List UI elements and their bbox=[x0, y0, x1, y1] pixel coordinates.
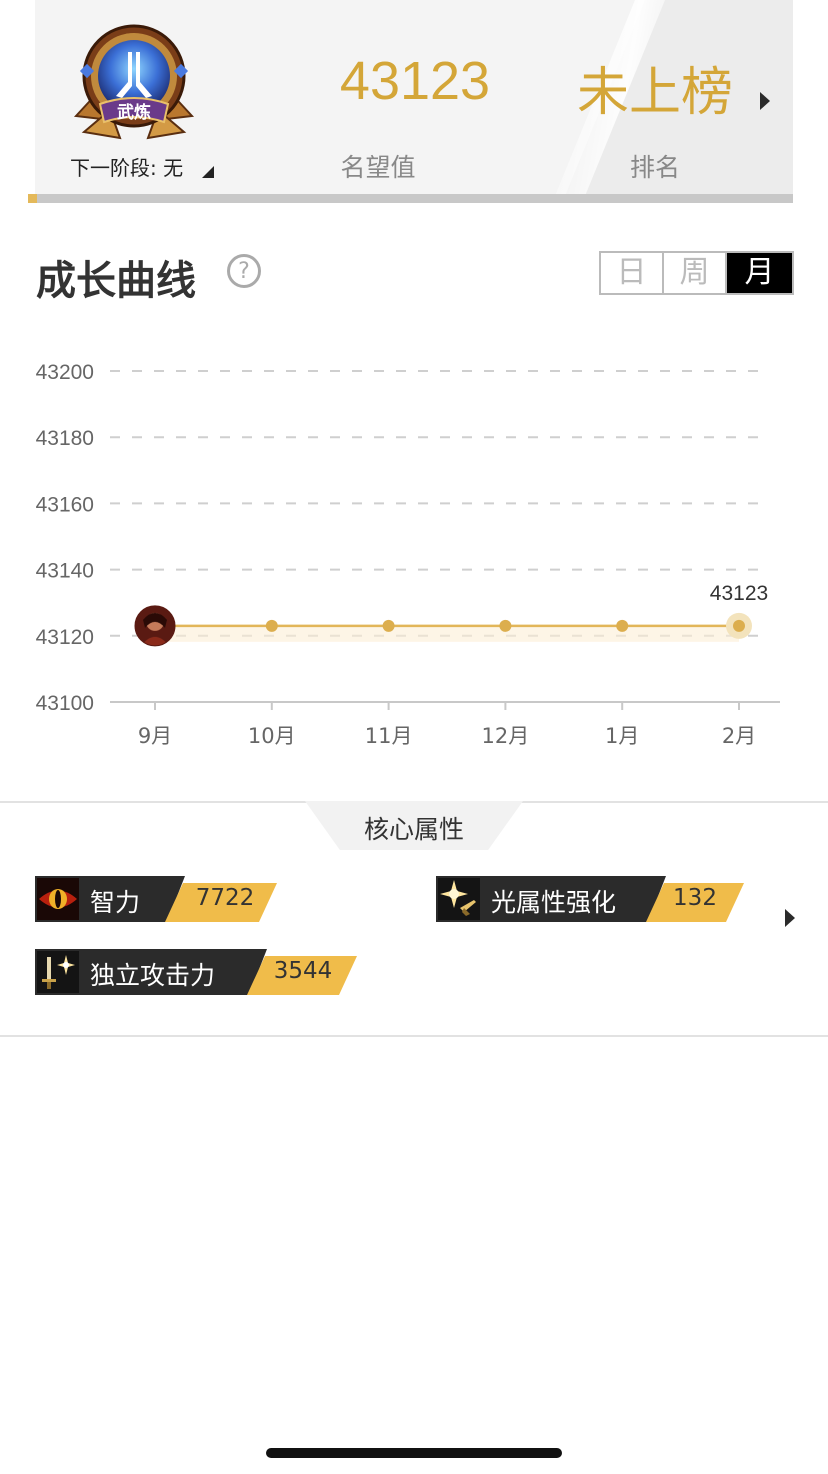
attribute-independent-attack[interactable]: 独立攻击力 3544 bbox=[35, 949, 357, 995]
x-tick-label: 12月 bbox=[482, 724, 530, 748]
y-tick-label: 43140 bbox=[36, 560, 94, 583]
header-progress-bar bbox=[28, 194, 793, 203]
data-point bbox=[265, 619, 278, 632]
x-tick-label: 2月 bbox=[722, 724, 756, 748]
section-divider-bottom bbox=[0, 1035, 828, 1037]
next-stage-label[interactable]: 下一阶段: 无 bbox=[70, 152, 183, 181]
y-tick-label: 43200 bbox=[36, 361, 94, 384]
attribute-name: 智力 bbox=[90, 888, 141, 917]
progress-fill bbox=[28, 194, 37, 203]
attribute-value: 132 bbox=[673, 885, 717, 911]
data-point bbox=[382, 619, 395, 632]
eye-icon bbox=[37, 878, 79, 920]
renown-label: 名望值 bbox=[340, 153, 416, 182]
attribute-light-enhance[interactable]: 光属性强化 132 bbox=[436, 876, 744, 922]
data-label: 43123 bbox=[710, 582, 768, 605]
attribute-name: 独立攻击力 bbox=[90, 961, 216, 990]
attribute-value: 7722 bbox=[195, 885, 255, 911]
tab-month[interactable]: 月 bbox=[727, 253, 792, 293]
x-tick-label: 9月 bbox=[138, 724, 172, 748]
tab-day[interactable]: 日 bbox=[601, 253, 664, 293]
dropdown-corner-icon[interactable] bbox=[202, 166, 214, 178]
data-point bbox=[733, 619, 745, 632]
x-tick-label: 11月 bbox=[365, 724, 413, 748]
attribute-value: 3544 bbox=[273, 958, 333, 984]
growth-curve-title: 成长曲线 bbox=[36, 258, 196, 304]
sword-sparkle-icon bbox=[37, 951, 79, 993]
x-tick-label: 1月 bbox=[605, 724, 639, 748]
y-tick-label: 43180 bbox=[36, 427, 94, 450]
growth-chart: 43200 43180 43160 43140 43120 43100 9月 10月 11月 12… bbox=[36, 361, 780, 748]
x-tick-label: 10月 bbox=[248, 724, 296, 748]
help-icon[interactable]: ? bbox=[227, 254, 261, 288]
attribute-intelligence[interactable]: 智力 7722 bbox=[35, 876, 277, 922]
attributes-arrow-icon[interactable] bbox=[785, 909, 795, 927]
tab-week[interactable]: 周 bbox=[664, 253, 727, 293]
light-sword-icon bbox=[438, 878, 480, 920]
data-point bbox=[616, 619, 629, 632]
rank-arrow-icon[interactable] bbox=[760, 92, 770, 110]
rank-value[interactable]: 未上榜 bbox=[560, 50, 750, 125]
avatar-marker-icon bbox=[134, 605, 176, 647]
y-tick-label: 43120 bbox=[36, 626, 94, 649]
renown-value: 43123 bbox=[339, 51, 491, 111]
y-tick-label: 43100 bbox=[36, 692, 94, 715]
core-attributes-label: 核心属性 bbox=[363, 815, 464, 844]
y-tick-label: 43160 bbox=[36, 493, 94, 516]
data-point bbox=[499, 619, 512, 632]
attribute-name: 光属性强化 bbox=[491, 888, 617, 917]
rank-badge-icon[interactable]: 武炼 bbox=[70, 20, 198, 144]
range-tab-group: 日 周 月 bbox=[599, 251, 794, 295]
rank-label: 排名 bbox=[629, 153, 680, 182]
home-indicator[interactable] bbox=[266, 1448, 562, 1458]
badge-text: 武炼 bbox=[117, 102, 151, 123]
series-area bbox=[155, 625, 739, 642]
